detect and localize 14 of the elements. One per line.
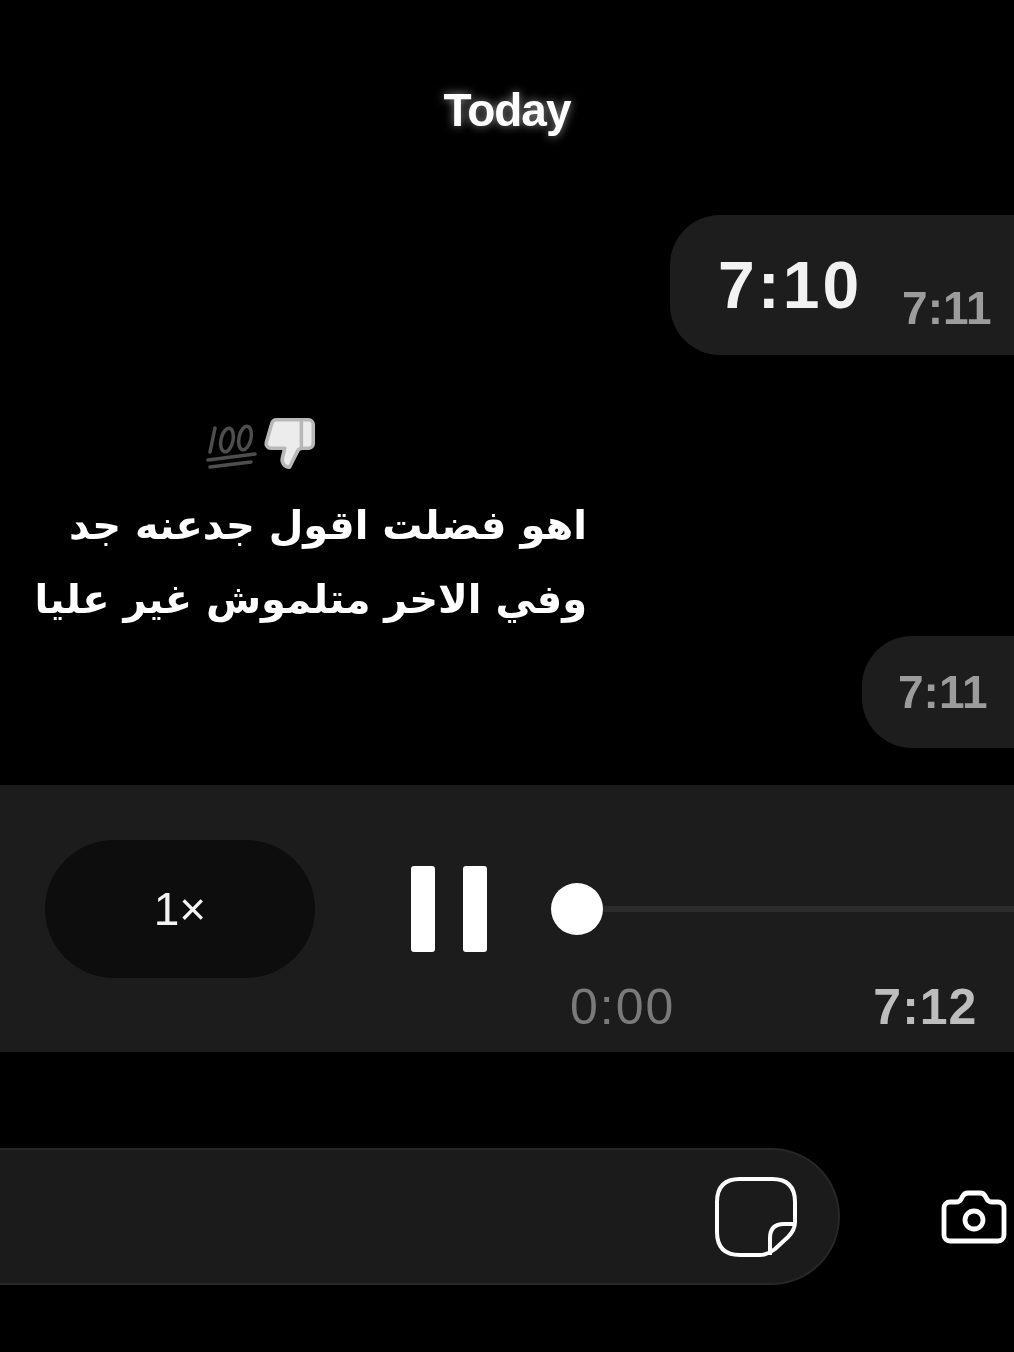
playback-speed-button[interactable]: 1×: [45, 840, 315, 978]
message-time: 7:11: [902, 283, 992, 333]
date-divider: Today: [443, 84, 571, 136]
thumbs-down-icon: [261, 415, 318, 472]
caption-text: اهو فضلت اقول جدعنه جد: [68, 501, 588, 551]
message-text: 7:10: [718, 250, 863, 320]
sticker-icon[interactable]: [714, 1175, 798, 1258]
message-input-field[interactable]: [0, 1148, 840, 1285]
pause-icon[interactable]: [411, 866, 487, 952]
message-time: 7:12: [873, 982, 978, 1032]
progress-thumb[interactable]: [551, 883, 603, 935]
elapsed-time: 0:00: [570, 982, 676, 1032]
caption-text: وفي الاخر متلموش غير عليا: [33, 575, 588, 625]
message-time: 7:11: [898, 667, 988, 717]
